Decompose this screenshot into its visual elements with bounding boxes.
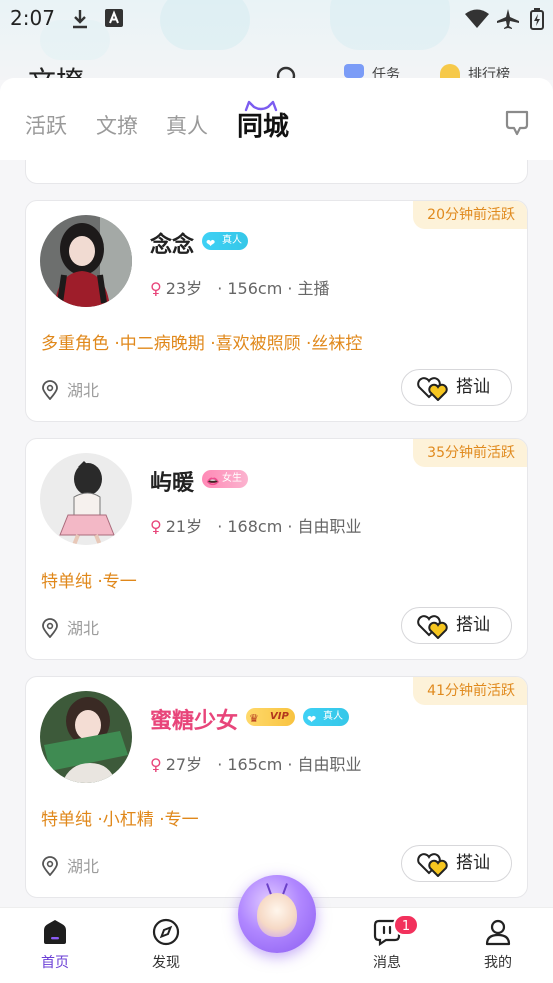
user-list: 20分钟前活跃 念念 ❤ 真人 ♀ 23岁 · 156cm · 主播 多重角色 ·中… [0, 160, 553, 908]
location-label: 湖北 [67, 619, 100, 638]
nav-messages[interactable]: 1 消息 [357, 914, 419, 972]
avatar[interactable] [40, 215, 132, 307]
greet-label: 搭讪 [456, 615, 490, 635]
airplane-icon [497, 9, 519, 29]
header-title: 文撩 [28, 60, 84, 78]
greet-button[interactable]: 搭讪 [401, 369, 512, 406]
user-icon [485, 919, 511, 946]
double-heart-icon [417, 377, 448, 401]
active-time-tag: 20分钟前活跃 [413, 201, 527, 229]
vip-badge: ♛ VIP [246, 708, 295, 726]
task-entry[interactable]: 任务 [344, 64, 400, 78]
real-person-badge: ❤ 真人 [303, 708, 349, 726]
rank-label: 排行榜 [468, 67, 510, 78]
lips-icon: 👄 [206, 475, 220, 488]
user-height: · 156cm [217, 279, 283, 298]
greet-label: 搭讪 [456, 377, 490, 397]
user-height: · 165cm [217, 755, 283, 774]
nav-profile-label: 我的 [484, 955, 512, 971]
location-pin-icon [42, 856, 58, 876]
user-tags: 特单纯 ·小杠精 ·专一 [41, 810, 199, 830]
unread-badge: 1 [393, 914, 419, 936]
user-card[interactable]: 35分钟前活跃 屿暖 👄 女生 ♀ 21岁 · 168cm · 自由职业 特单纯 ·… [25, 438, 528, 660]
task-label: 任务 [372, 67, 400, 78]
user-card[interactable]: 41分钟前活跃 蜜糖少女 ♛ VIP ❤ 真人 ♀ 27岁 · 165cm · 自由职… [25, 676, 528, 898]
center-action-button[interactable] [238, 875, 316, 953]
user-location: 湖北 [41, 377, 99, 401]
wifi-icon [465, 9, 489, 28]
double-heart-icon [417, 615, 448, 639]
avatar[interactable] [40, 453, 132, 545]
rank-entry[interactable]: 排行榜 [440, 64, 510, 78]
user-meta: ♀ 23岁 · 156cm · 主播 [150, 275, 330, 299]
tab-real-person[interactable]: 真人 [166, 110, 208, 140]
user-age: 27岁 [165, 755, 203, 774]
user-card[interactable]: 20分钟前活跃 念念 ❤ 真人 ♀ 23岁 · 156cm · 主播 多重角色 ·中… [25, 200, 528, 422]
user-job: · 主播 [287, 279, 330, 298]
user-meta: ♀ 21岁 · 168cm · 自由职业 [150, 513, 362, 537]
tab-same-city[interactable]: 同城 [237, 106, 289, 143]
heart-icon: ❤ [307, 713, 317, 726]
rank-icon [440, 64, 460, 78]
active-time-tag: 41分钟前活跃 [413, 677, 527, 705]
nav-discover[interactable]: 发现 [136, 918, 196, 972]
location-label: 湖北 [67, 857, 100, 876]
crown-icon: ♛ [249, 712, 259, 725]
user-job: · 自由职业 [287, 755, 362, 774]
nav-discover-label: 发现 [152, 955, 180, 971]
female-icon: ♀ [150, 517, 162, 536]
nav-home[interactable]: 首页 [25, 918, 85, 972]
user-name: 屿暖 [150, 471, 195, 496]
battery-icon [530, 8, 544, 30]
user-job: · 自由职业 [287, 517, 362, 536]
download-icon [73, 10, 87, 29]
heart-icon: ❤ [206, 237, 216, 250]
compass-icon [152, 918, 180, 946]
bulb-icon [257, 893, 297, 937]
location-pin-icon [42, 380, 58, 400]
tab-bar: 活跃 文撩 真人 同城 [0, 78, 553, 168]
greet-button[interactable]: 搭讪 [401, 607, 512, 644]
user-tags: 特单纯 ·专一 [41, 572, 137, 592]
status-bar: 2:07 [0, 0, 553, 38]
task-icon [344, 64, 364, 78]
user-meta: ♀ 27岁 · 165cm · 自由职业 [150, 751, 362, 775]
tab-text-flirt[interactable]: 文撩 [96, 110, 138, 140]
previous-card[interactable] [25, 160, 528, 184]
user-height: · 168cm [217, 517, 283, 536]
greet-button[interactable]: 搭讪 [401, 845, 512, 882]
tab-active-users[interactable]: 活跃 [25, 110, 67, 140]
avatar[interactable] [40, 691, 132, 783]
status-time: 2:07 [10, 6, 55, 30]
location-pin-icon [42, 618, 58, 638]
nav-home-label: 首页 [41, 955, 69, 971]
real-person-badge: ❤ 真人 [202, 232, 248, 250]
nav-profile[interactable]: 我的 [468, 918, 528, 972]
user-tags: 多重角色 ·中二病晚期 ·喜欢被照顾 ·丝袜控 [41, 334, 363, 354]
greet-label: 搭讪 [456, 853, 490, 873]
user-age: 21岁 [165, 517, 203, 536]
double-heart-icon [417, 853, 448, 877]
notification-a-icon [105, 9, 123, 27]
female-icon: ♀ [150, 755, 162, 774]
location-label: 湖北 [67, 381, 100, 400]
user-name: 蜜糖少女 [150, 709, 239, 734]
filter-icon[interactable] [503, 108, 531, 138]
user-location: 湖北 [41, 853, 99, 877]
female-icon: ♀ [150, 279, 162, 298]
nav-messages-label: 消息 [373, 955, 401, 971]
user-location: 湖北 [41, 615, 99, 639]
home-icon [44, 920, 66, 944]
user-age: 23岁 [165, 279, 203, 298]
active-time-tag: 35分钟前活跃 [413, 439, 527, 467]
user-name: 念念 [150, 233, 195, 258]
female-badge: 👄 女生 [202, 470, 248, 488]
